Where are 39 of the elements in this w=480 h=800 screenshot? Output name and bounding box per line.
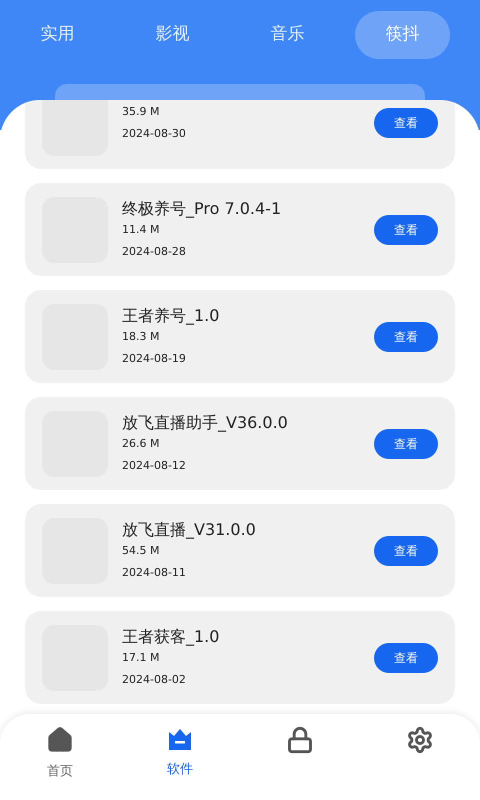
app-card[interactable]: 放飞直播助手_V36.0.0 26.6 M 2024-08-12 查看: [25, 397, 455, 490]
app-name: 终极养号_Pro 7.0.4-1: [122, 198, 282, 220]
app-thumbnail: [42, 100, 108, 156]
view-button[interactable]: 查看: [374, 536, 438, 566]
view-button[interactable]: 查看: [374, 214, 438, 244]
app-date: 2024-08-30: [122, 126, 187, 142]
view-button[interactable]: 查看: [374, 428, 438, 458]
app-date: 2024-08-19: [122, 351, 187, 367]
app-card[interactable]: 35.9 M 2024-08-30 查看: [25, 100, 455, 169]
app-name: 王者获客_1.0: [122, 626, 220, 648]
home-icon: [46, 726, 74, 754]
app-card[interactable]: 放飞直播_V31.0.0 54.5 M 2024-08-11 查看: [25, 504, 455, 597]
view-button[interactable]: 查看: [374, 642, 438, 672]
app-date: 2024-08-12: [122, 458, 187, 474]
view-button[interactable]: 查看: [374, 108, 438, 138]
app-card[interactable]: 终极养号_Pro 7.0.4-1 11.4 M 2024-08-28 查看: [25, 183, 455, 276]
app-size: 18.3 M: [122, 329, 160, 345]
app-date: 2024-08-28: [122, 244, 187, 260]
app-size: 11.4 M: [122, 222, 160, 238]
app-size: 54.5 M: [122, 543, 160, 559]
app-card[interactable]: 王者获客_1.0 17.1 M 2024-08-02 查看: [25, 611, 455, 704]
category-tab[interactable]: 音乐: [240, 11, 335, 59]
lock-icon: [286, 726, 314, 754]
category-tab[interactable]: 实用: [10, 11, 105, 59]
app-name: 王者养号_1.0: [122, 305, 220, 327]
settings-icon: [406, 726, 434, 754]
app-size: 35.9 M: [122, 104, 160, 120]
app-size: 17.1 M: [122, 650, 160, 666]
category-tab[interactable]: 筷抖: [355, 11, 450, 59]
app-date: 2024-08-11: [122, 565, 187, 581]
view-button[interactable]: 查看: [374, 322, 438, 352]
nav-tab[interactable]: 软件: [120, 714, 240, 800]
app-size: 26.6 M: [122, 436, 160, 452]
app-name: 放飞直播_V31.0.0: [122, 519, 257, 541]
nav-tab[interactable]: 首页: [0, 714, 120, 800]
app-card[interactable]: 王者养号_1.0 18.3 M 2024-08-19 查看: [25, 290, 455, 383]
app-name: 放飞直播助手_V36.0.0: [122, 412, 289, 434]
category-tab[interactable]: 影视: [125, 11, 220, 59]
app-date: 2024-08-02: [122, 672, 187, 688]
